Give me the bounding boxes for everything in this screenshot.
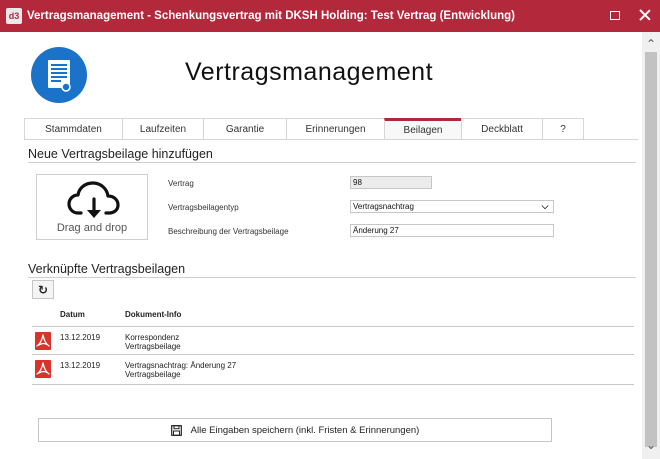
maximize-button[interactable] [608, 8, 622, 22]
close-icon [639, 9, 651, 21]
window-title: Vertragsmanagement - Schenkungsvertrag m… [27, 10, 515, 22]
section-divider [28, 162, 636, 163]
dropzone-label: Drag and drop [56, 222, 128, 234]
attachment-type-value: Vertragsnachtrag [353, 202, 414, 211]
refresh-button[interactable]: ↻ [32, 280, 54, 299]
attachment-type-label: Vertragsbeilagentyp [168, 203, 239, 212]
tab-bar: Stammdaten Laufzeiten Garantie Erinnerun… [24, 118, 584, 140]
tab-deckblatt[interactable]: Deckblatt [461, 118, 542, 140]
tab-divider [24, 139, 638, 140]
scroll-thumb[interactable] [645, 52, 657, 447]
floppy-disk-icon [170, 424, 182, 436]
column-header-info: Dokument-Info [125, 310, 182, 319]
row-info: Vertragsnachtrag: Änderung 27 Vertragsbe… [125, 361, 236, 379]
tab-beilagen[interactable]: Beilagen [384, 118, 461, 140]
description-label: Beschreibung der Vertragsbeilage [168, 227, 289, 236]
section-divider [28, 277, 636, 278]
attachment-type-select[interactable]: Vertragsnachtrag ⌵ [350, 200, 554, 213]
row-info-type: Vertragsbeilage [125, 370, 181, 379]
file-dropzone[interactable]: Drag and drop [36, 174, 148, 240]
row-date: 13.12.2019 [60, 333, 101, 342]
contract-label: Vertrag [168, 179, 194, 188]
app-badge: d3 [6, 8, 22, 24]
linked-attachments-heading: Verknüpfte Vertragsbeilagen [28, 262, 186, 276]
row-divider [32, 384, 634, 385]
page-title: Vertragsmanagement [185, 58, 434, 86]
table-row[interactable]: 13.12.2019 Vertragsnachtrag: Änderung 27… [32, 355, 634, 381]
chevron-down-icon: ⌵ [541, 201, 549, 211]
pdf-icon [35, 360, 51, 378]
close-button[interactable] [638, 8, 652, 22]
row-info-type: Vertragsbeilage [125, 342, 181, 351]
add-attachment-heading: Neue Vertragsbeilage hinzufügen [28, 147, 213, 161]
save-all-button[interactable]: Alle Eingaben speichern (inkl. Fristen &… [38, 418, 552, 442]
tab-help[interactable]: ? [542, 118, 584, 140]
row-date: 13.12.2019 [60, 361, 101, 370]
tab-laufzeiten[interactable]: Laufzeiten [122, 118, 203, 140]
tab-stammdaten[interactable]: Stammdaten [24, 118, 122, 140]
contract-field: 98 [350, 176, 432, 189]
tab-erinnerungen[interactable]: Erinnerungen [286, 118, 384, 140]
cloud-download-icon [67, 181, 120, 218]
row-info-title: Vertragsnachtrag: Änderung 27 [125, 361, 237, 370]
description-input[interactable]: Änderung 27 [350, 224, 554, 237]
table-row[interactable]: 13.12.2019 Korrespondenz Vertragsbeilage [32, 327, 634, 353]
vertical-scrollbar[interactable]: ⌃ ⌄ [642, 32, 660, 459]
contract-document-icon [31, 47, 87, 103]
row-info: Korrespondenz Vertragsbeilage [125, 333, 181, 351]
pdf-icon [35, 332, 51, 350]
tab-garantie[interactable]: Garantie [203, 118, 286, 140]
refresh-icon: ↻ [37, 282, 49, 297]
maximize-icon [610, 10, 620, 20]
scroll-up-icon[interactable]: ⌃ [645, 38, 657, 50]
save-all-label: Alle Eingaben speichern (inkl. Fristen &… [190, 424, 420, 436]
column-header-date: Datum [60, 310, 85, 319]
scroll-down-icon[interactable]: ⌄ [645, 439, 657, 451]
window-titlebar: d3 Vertragsmanagement - Schenkungsvertra… [0, 0, 660, 32]
row-info-title: Korrespondenz [125, 333, 180, 342]
